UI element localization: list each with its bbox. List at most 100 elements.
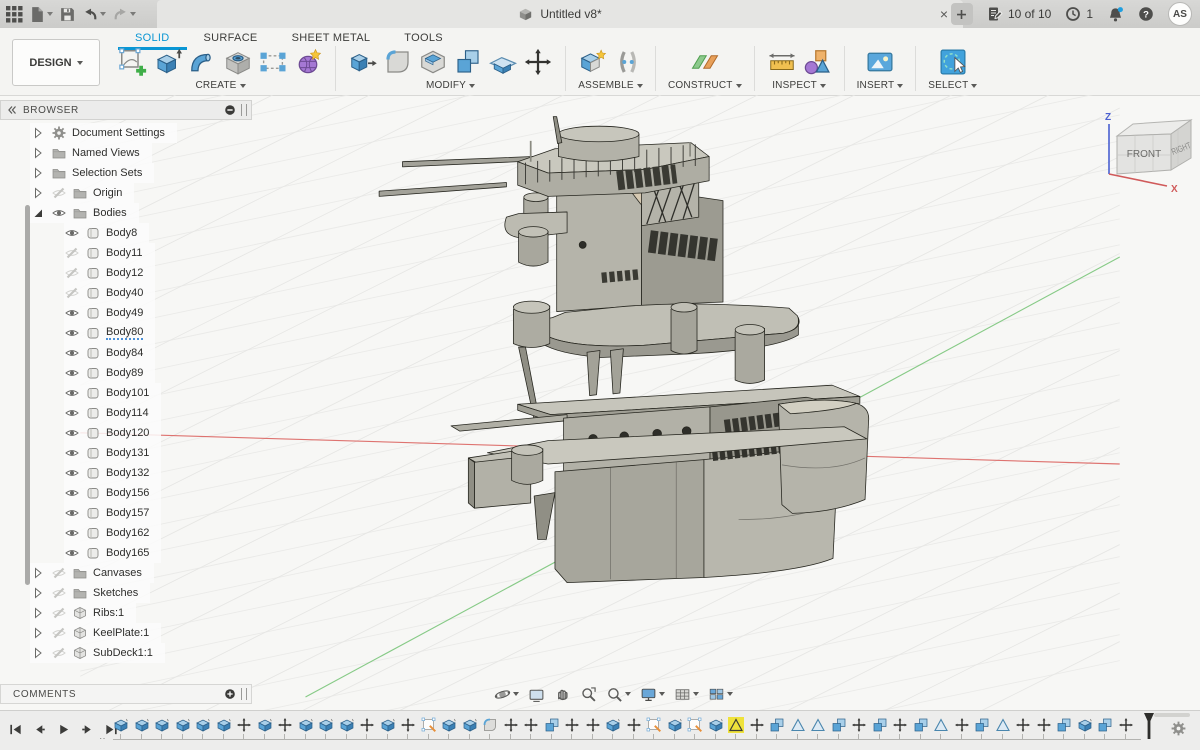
visibility-eye-off-icon[interactable] — [64, 265, 80, 281]
visibility-eye-off-icon[interactable] — [51, 585, 67, 601]
visibility-eye-icon[interactable] — [64, 305, 80, 321]
browser-item-body40[interactable]: Body40 — [64, 283, 155, 303]
combine-icon[interactable] — [453, 47, 483, 77]
expand-arrow-icon[interactable] — [30, 585, 46, 601]
zoom-window-button[interactable] — [580, 686, 597, 703]
browser-item-body162[interactable]: Body162 — [64, 523, 161, 543]
look-at-button[interactable] — [528, 686, 545, 703]
add-comment-icon[interactable] — [223, 687, 237, 701]
timeline-feature-extrude-12[interactable] — [339, 717, 355, 733]
timeline-feature-draft-41[interactable] — [933, 717, 949, 733]
timeline-feature-sketch-27[interactable] — [646, 717, 662, 733]
expand-arrow-icon[interactable] — [30, 145, 46, 161]
ribbon-group-label-select[interactable]: SELECT — [928, 80, 977, 91]
browser-minimize-icon[interactable] — [223, 103, 237, 117]
timeline-feature-extrude-3[interactable] — [154, 717, 170, 733]
file-menu-icon[interactable] — [29, 6, 46, 23]
move-icon[interactable] — [523, 47, 553, 77]
browser-item-selection-sets[interactable]: Selection Sets — [30, 163, 154, 183]
timeline-feature-extrude-28[interactable] — [667, 717, 683, 733]
orbit-button[interactable] — [494, 686, 519, 703]
select-icon[interactable] — [938, 47, 968, 77]
timeline-feature-extrude-18[interactable] — [462, 717, 478, 733]
construction-plane-icon[interactable] — [690, 47, 720, 77]
timeline-feature-combine-22[interactable] — [544, 717, 560, 733]
timeline-feature-move-24[interactable] — [585, 717, 601, 733]
fillet-icon[interactable] — [383, 47, 413, 77]
ribbon-group-label-modify[interactable]: MODIFY — [426, 80, 475, 91]
browser-item-body84[interactable]: Body84 — [64, 343, 155, 363]
timeline-feature-move-26[interactable] — [626, 717, 642, 733]
create-form-icon[interactable] — [293, 47, 323, 77]
collapse-arrow-icon[interactable] — [30, 205, 46, 221]
visibility-eye-icon[interactable] — [64, 545, 80, 561]
expand-arrow-icon[interactable] — [30, 605, 46, 621]
timeline-feature-extrude-17[interactable] — [441, 717, 457, 733]
display-settings-button[interactable] — [640, 686, 665, 703]
workspace-switcher[interactable]: DESIGN — [12, 39, 100, 86]
comments-drag-grip[interactable] — [241, 688, 247, 700]
expand-arrow-icon[interactable] — [30, 565, 46, 581]
visibility-eye-off-icon[interactable] — [51, 625, 67, 641]
step-back-button[interactable] — [32, 722, 47, 737]
browser-header[interactable]: BROWSER — [0, 100, 252, 120]
timeline-feature-move-50[interactable] — [1118, 717, 1134, 733]
timeline-feature-draft-warning-31[interactable] — [728, 717, 744, 733]
timeline-feature-combine-33[interactable] — [769, 717, 785, 733]
account-avatar[interactable]: AS — [1168, 2, 1192, 26]
skip-to-start-button[interactable] — [8, 722, 23, 737]
browser-item-body120[interactable]: Body120 — [64, 423, 161, 443]
timeline-feature-move-21[interactable] — [523, 717, 539, 733]
collapse-panel-icon[interactable] — [5, 103, 19, 117]
zoom-button[interactable] — [606, 686, 631, 703]
ribbon-group-label-construct[interactable]: CONSTRUCT — [668, 80, 742, 91]
grid-layout-button[interactable] — [674, 686, 699, 703]
visibility-eye-icon[interactable] — [64, 445, 80, 461]
browser-item-body49[interactable]: Body49 — [64, 303, 155, 323]
shell-icon[interactable] — [418, 47, 448, 77]
split-body-icon[interactable] — [488, 47, 518, 77]
insert-image-icon[interactable] — [865, 47, 895, 77]
visibility-eye-icon[interactable] — [64, 325, 80, 341]
expand-arrow-icon[interactable] — [30, 165, 46, 181]
browser-item-body165[interactable]: Body165 — [64, 543, 161, 563]
timeline-feature-move-23[interactable] — [564, 717, 580, 733]
browser-item-subdeck1-1[interactable]: SubDeck1:1 — [30, 643, 165, 663]
timeline-feature-extrude-1[interactable] — [113, 717, 129, 733]
pan-button[interactable] — [554, 686, 571, 703]
new-component-icon[interactable] — [578, 47, 608, 77]
timeline-feature-extrude-5[interactable] — [195, 717, 211, 733]
app-grid-icon[interactable] — [6, 6, 23, 23]
hole-icon[interactable] — [223, 47, 253, 77]
save-icon[interactable] — [59, 6, 76, 23]
extrude-icon[interactable] — [153, 47, 183, 77]
browser-item-body80[interactable]: Body80 — [64, 323, 155, 343]
section-analysis-icon[interactable] — [802, 47, 832, 77]
browser-drag-grip[interactable] — [241, 104, 247, 116]
browser-item-canvases[interactable]: Canvases — [30, 563, 154, 583]
timeline-feature-move-46[interactable] — [1036, 717, 1052, 733]
visibility-eye-icon[interactable] — [64, 505, 80, 521]
browser-item-document-settings[interactable]: Document Settings — [30, 123, 177, 143]
visibility-eye-icon[interactable] — [64, 365, 80, 381]
timeline-feature-extrude-2[interactable] — [134, 717, 150, 733]
joint-icon[interactable] — [613, 47, 643, 77]
visibility-eye-icon[interactable] — [64, 485, 80, 501]
step-forward-button[interactable] — [80, 722, 95, 737]
timeline-feature-extrude-25[interactable] — [605, 717, 621, 733]
rectangular-pattern-icon[interactable] — [258, 47, 288, 77]
ribbon-group-label-assemble[interactable]: ASSEMBLE — [578, 80, 643, 91]
browser-item-body12[interactable]: Body12 — [64, 263, 155, 283]
timeline-feature-move-13[interactable] — [359, 717, 375, 733]
visibility-eye-icon[interactable] — [64, 225, 80, 241]
timeline-feature-extrude-11[interactable] — [318, 717, 334, 733]
timeline-scrollbar[interactable] — [1154, 713, 1190, 717]
timeline-feature-move-45[interactable] — [1015, 717, 1031, 733]
visibility-eye-icon[interactable] — [64, 345, 80, 361]
browser-scrollbar[interactable] — [25, 205, 30, 585]
visibility-eye-icon[interactable] — [64, 525, 80, 541]
visibility-eye-off-icon[interactable] — [51, 565, 67, 581]
measure-icon[interactable] — [767, 47, 797, 77]
chevron-down-icon[interactable] — [513, 692, 519, 696]
viewcube-front-label[interactable]: FRONT — [1127, 149, 1161, 160]
